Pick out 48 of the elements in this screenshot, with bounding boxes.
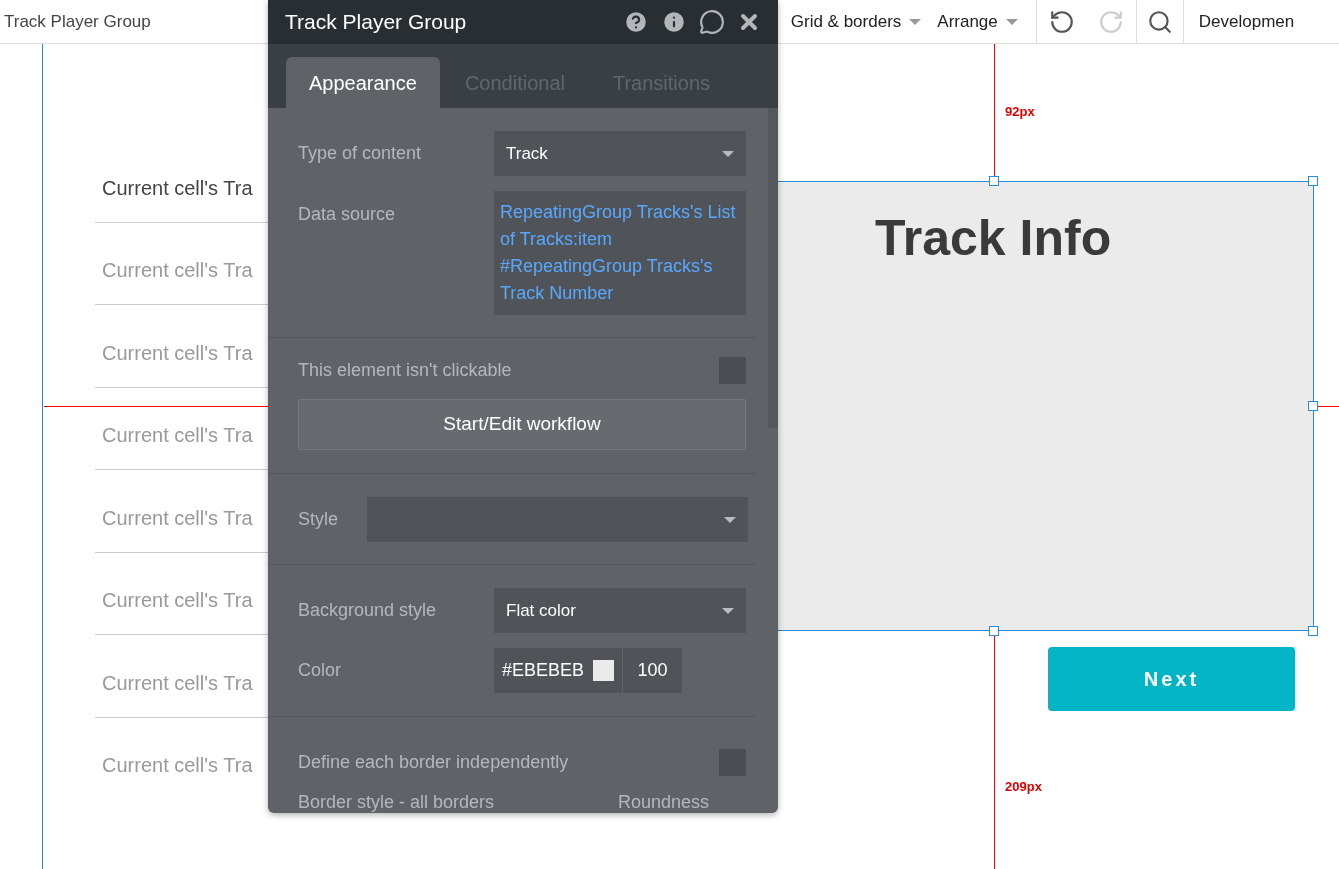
field-label: Color bbox=[298, 659, 342, 682]
track-info-heading: Track Info bbox=[875, 209, 1112, 268]
mode-label[interactable]: Developmen bbox=[1198, 8, 1295, 35]
undo-icon[interactable] bbox=[1048, 8, 1075, 35]
list-cell-text: Current cell's Tra bbox=[101, 753, 254, 778]
toolbar-menu[interactable]: Grid & borders bbox=[790, 8, 938, 35]
caret-icon bbox=[722, 150, 734, 157]
list-cell-text: Current cell's Tra bbox=[101, 506, 254, 531]
caret-icon bbox=[1005, 18, 1018, 25]
color-field[interactable]: #EBEBEB bbox=[494, 648, 622, 693]
dropdown[interactable]: Flat color bbox=[494, 588, 746, 633]
info-icon[interactable] bbox=[661, 9, 687, 35]
workflow-button[interactable]: Start/Edit workflow bbox=[298, 399, 746, 450]
toolbar-menu[interactable]: Arrange bbox=[937, 8, 1034, 35]
panel-tab[interactable]: Appearance bbox=[286, 57, 440, 108]
comment-icon[interactable] bbox=[699, 9, 725, 35]
list-cell-text: Current cell's Tra bbox=[101, 341, 254, 366]
resize-handle[interactable] bbox=[1308, 401, 1318, 411]
list-cell-text: Current cell's Tra bbox=[101, 671, 254, 696]
help-icon[interactable] bbox=[623, 9, 649, 35]
page-element-title: Track Player Group bbox=[4, 10, 151, 33]
opacity-field[interactable]: 100 bbox=[623, 648, 682, 693]
search-icon[interactable] bbox=[1146, 8, 1173, 35]
resize-handle[interactable] bbox=[989, 176, 999, 186]
field-label: Style bbox=[298, 508, 340, 531]
caret-icon bbox=[724, 516, 736, 523]
list-cell-text: Current cell's Tra bbox=[101, 176, 254, 201]
field-label: Roundness bbox=[618, 792, 710, 812]
list-cell-text: Current cell's Tra bbox=[101, 588, 254, 613]
field-label: Background style bbox=[298, 599, 438, 622]
resize-handle[interactable] bbox=[1308, 626, 1318, 636]
caret-icon bbox=[722, 607, 734, 614]
scrollbar[interactable] bbox=[768, 108, 778, 428]
distance-label: 92px bbox=[1005, 103, 1035, 121]
field-label: Type of content bbox=[298, 142, 423, 165]
field-label: Data source bbox=[298, 203, 397, 226]
dropdown[interactable]: Track bbox=[494, 131, 746, 176]
caret-icon bbox=[909, 18, 922, 25]
panel-title: Track Player Group bbox=[285, 9, 468, 36]
resize-handle[interactable] bbox=[1308, 176, 1318, 186]
field-label: Define each border independently bbox=[298, 751, 569, 774]
resize-handle[interactable] bbox=[989, 626, 999, 636]
list-cell-text: Current cell's Tra bbox=[101, 423, 254, 448]
color-swatch bbox=[593, 660, 614, 681]
field-label: Border style - all borders bbox=[298, 792, 496, 812]
distance-label: 209px bbox=[1005, 778, 1042, 796]
field-label: This element isn't clickable bbox=[298, 359, 512, 382]
list-cell-text: Current cell's Tra bbox=[101, 258, 254, 283]
